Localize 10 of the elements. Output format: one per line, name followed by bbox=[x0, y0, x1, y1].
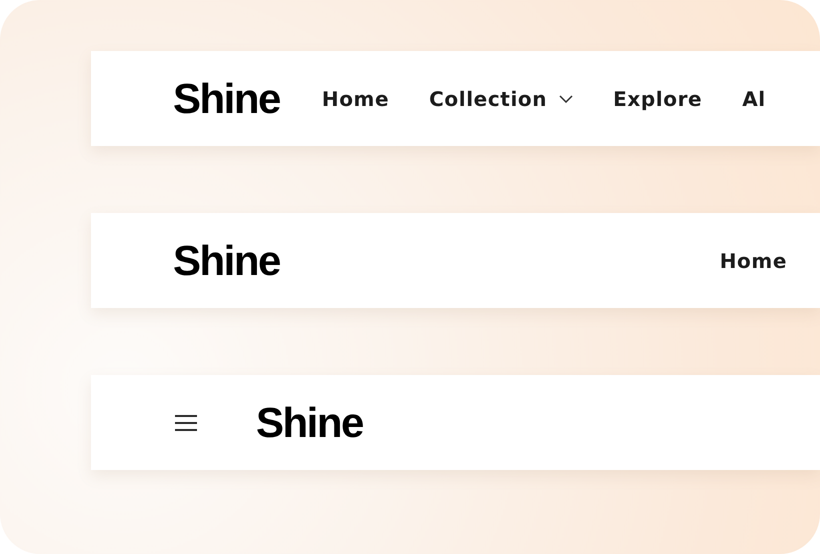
logo[interactable]: Shine bbox=[173, 236, 280, 284]
nav-link[interactable]: Home bbox=[322, 86, 390, 110]
menu-icon[interactable] bbox=[174, 414, 198, 432]
nav-link[interactable]: Explore bbox=[613, 86, 702, 110]
logo[interactable]: Shine bbox=[256, 398, 363, 446]
nav-link[interactable]: Home bbox=[720, 248, 787, 272]
chevron-down-icon bbox=[559, 94, 574, 102]
logo[interactable]: Shine bbox=[173, 74, 280, 122]
nav-link[interactable]: Al bbox=[742, 86, 766, 110]
nav-link[interactable]: Collection bbox=[429, 86, 574, 110]
